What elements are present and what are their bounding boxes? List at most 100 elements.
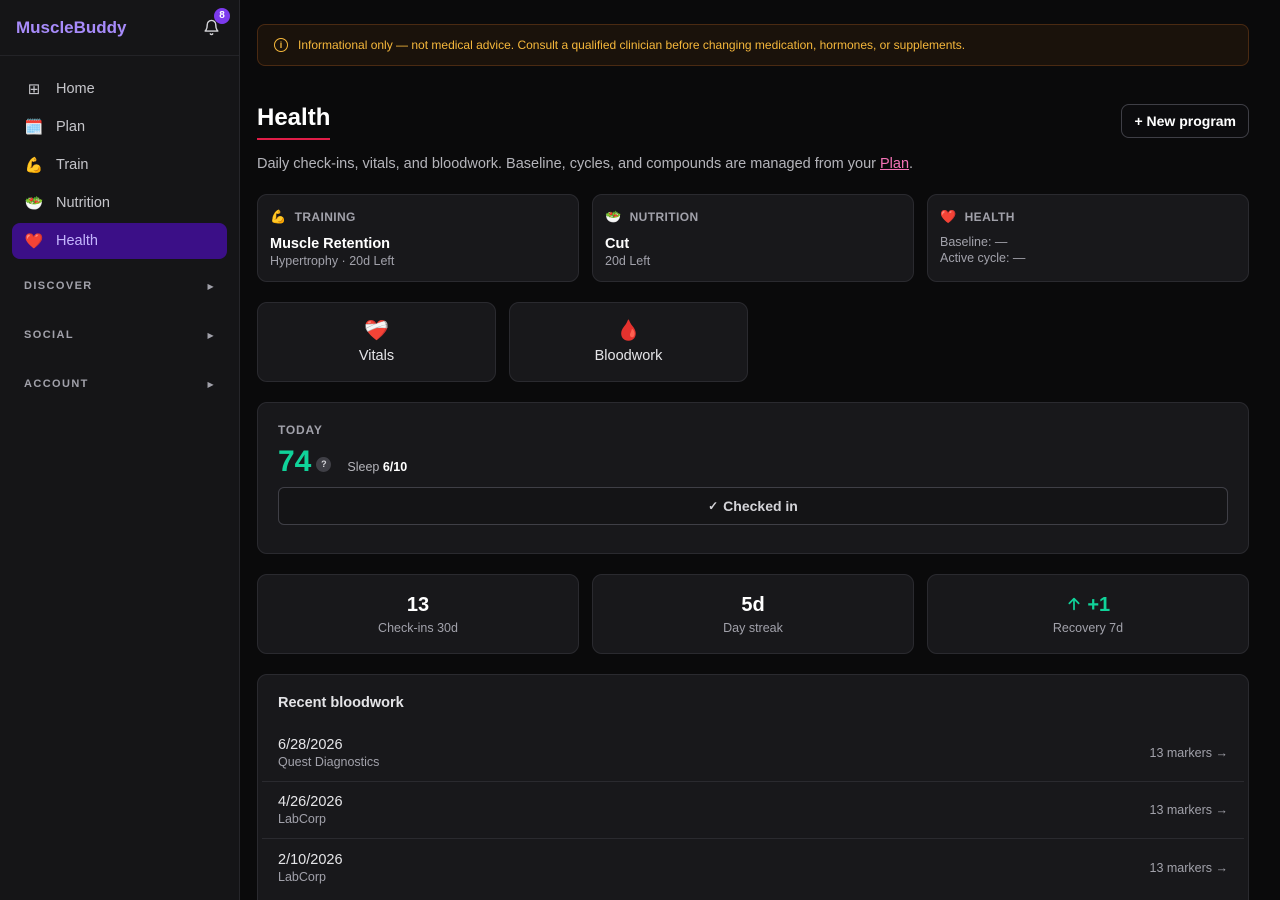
notifications-button[interactable]: 8	[199, 7, 230, 40]
plan-link[interactable]: Plan	[880, 156, 909, 172]
notification-count-badge: 8	[214, 7, 230, 24]
brand-logo[interactable]: MuscleBuddy	[16, 18, 127, 38]
stats-row: 13 Check-ins 30d 5d Day streak +1 Recove…	[257, 574, 1249, 654]
bloodwork-date: 4/26/2026	[278, 794, 343, 810]
program-cards: 💪 TRAINING Muscle Retention Hypertrophy …	[257, 194, 1249, 282]
streak-stat: 5d Day streak	[592, 574, 914, 654]
subtitle-text: Daily check-ins, vitals, and bloodwork. …	[257, 156, 880, 172]
quick-label: Vitals	[358, 348, 395, 364]
quick-label: Bloodwork	[594, 348, 663, 364]
section-title: Recent bloodwork	[278, 695, 404, 711]
baseline-text: Baseline: —	[940, 235, 1008, 249]
flexed-arm-icon: 💪	[24, 157, 44, 174]
today-label: TODAY	[278, 423, 323, 437]
page-title: Health	[257, 104, 331, 140]
sidebar: MuscleBuddy 8 ⊞ Home 🗓️ Plan 💪 Train 🥗 N…	[0, 0, 240, 900]
sidebar-item-label: Train	[56, 157, 89, 173]
medical-disclaimer-banner: i Informational only — not medical advic…	[257, 24, 1249, 66]
stat-label: Recovery 7d	[1052, 620, 1124, 635]
program-meta: Hypertrophy · 20d Left	[270, 254, 395, 268]
title-row: Health + New program	[257, 104, 1249, 152]
training-program-card[interactable]: 💪 TRAINING Muscle Retention Hypertrophy …	[257, 194, 579, 282]
program-name: Cut	[605, 236, 630, 252]
sidebar-section-discover[interactable]: DISCOVER ▶	[12, 276, 227, 296]
sidebar-item-label: Plan	[56, 119, 86, 135]
new-program-button[interactable]: + New program	[1121, 104, 1249, 138]
health-program-card[interactable]: ❤️ HEALTH Baseline: — Active cycle: —	[927, 194, 1249, 282]
sidebar-section-social[interactable]: SOCIAL ▶	[12, 325, 227, 345]
today-card: TODAY 74 ? Sleep 6/10 ✓ Checked in	[257, 402, 1249, 554]
heart-icon: ❤️	[940, 209, 957, 224]
bloodwork-row[interactable]: 2/10/2026 LabCorp 13 markers →	[262, 839, 1244, 896]
nutrition-program-card[interactable]: 🥗 NUTRITION Cut 20d Left	[592, 194, 914, 282]
salad-icon: 🥗	[605, 209, 622, 224]
stat-label: Day streak	[723, 620, 783, 635]
bloodwork-row[interactable]: 6/28/2026 Quest Diagnostics 13 markers →	[262, 725, 1244, 782]
bloodwork-lab: LabCorp	[278, 812, 326, 826]
sidebar-item-plan[interactable]: 🗓️ Plan	[12, 109, 227, 145]
markers-link[interactable]: 13 markers →	[1150, 803, 1229, 817]
card-header: 🥗 NUTRITION	[605, 209, 901, 225]
card-header: ❤️ HEALTH	[940, 209, 1236, 225]
bloodwork-date: 6/28/2026	[278, 737, 343, 753]
recovery-delta: +1	[1087, 593, 1111, 616]
bandaged-heart-icon: ❤️‍🩹	[364, 320, 389, 342]
sleep-value: 6/10	[382, 460, 408, 474]
subtitle-period: .	[909, 156, 914, 172]
section-label: ACCOUNT	[24, 378, 89, 390]
disclaimer-text: Informational only — not medical advice.…	[298, 38, 966, 52]
page-subtitle: Daily check-ins, vitals, and bloodwork. …	[257, 156, 1249, 172]
stat-label: Check-ins 30d	[378, 620, 458, 635]
sidebar-item-label: Health	[56, 233, 98, 249]
bloodwork-lab: Quest Diagnostics	[278, 755, 380, 769]
bloodwork-row[interactable]: 4/26/2026 LabCorp 13 markers →	[262, 782, 1244, 839]
bloodwork-info: 4/26/2026 LabCorp	[278, 794, 343, 826]
active-cycle-text: Active cycle: —	[940, 251, 1026, 265]
help-icon[interactable]: ?	[316, 456, 332, 472]
button-label: Checked in	[723, 498, 798, 514]
sidebar-header: MuscleBuddy 8	[0, 0, 239, 56]
bloodwork-lab: LabCorp	[278, 869, 326, 884]
sidebar-section-account[interactable]: ACCOUNT ▶	[12, 374, 227, 394]
salad-icon: 🥗	[24, 195, 44, 212]
bloodwork-list: 6/28/2026 Quest Diagnostics 13 markers →…	[262, 725, 1244, 896]
readiness-score: 74	[278, 445, 312, 478]
card-label: HEALTH	[964, 210, 1015, 224]
vitals-button[interactable]: ❤️‍🩹 Vitals	[257, 302, 496, 382]
sidebar-item-home[interactable]: ⊞ Home	[12, 71, 227, 107]
sidebar-item-nutrition[interactable]: 🥗 Nutrition	[12, 185, 227, 221]
sleep-score: Sleep 6/10	[347, 460, 407, 474]
markers-link[interactable]: 13 markers →	[1150, 746, 1229, 760]
card-label: NUTRITION	[629, 210, 699, 224]
section-label: SOCIAL	[24, 329, 74, 341]
info-icon: i	[274, 38, 288, 52]
sidebar-item-label: Nutrition	[56, 195, 110, 211]
checked-in-button[interactable]: ✓ Checked in	[278, 487, 1228, 525]
stat-value: 13	[406, 593, 430, 616]
sidebar-item-train[interactable]: 💪 Train	[12, 147, 227, 183]
sidebar-item-label: Home	[56, 81, 95, 97]
program-meta: 20d Left	[605, 254, 651, 268]
recent-bloodwork-card: Recent bloodwork 6/28/2026 Quest Diagnos…	[257, 674, 1249, 900]
blood-drop-icon: 🩸	[616, 320, 641, 342]
home-grid-icon: ⊞	[27, 81, 41, 98]
health-details: Baseline: — Active cycle: —	[940, 234, 1236, 266]
caret-right-icon: ▶	[207, 281, 215, 291]
stat-value: +1	[1066, 594, 1110, 617]
calendar-icon: 🗓️	[24, 119, 44, 136]
stat-value: 5d	[741, 593, 765, 616]
sidebar-nav: ⊞ Home 🗓️ Plan 💪 Train 🥗 Nutrition ❤️ He…	[0, 56, 239, 394]
checkmark-icon: ✓	[708, 499, 719, 513]
sleep-label: Sleep	[347, 460, 380, 474]
flexed-arm-icon: 💪	[270, 209, 287, 224]
score-row: 74 ? Sleep 6/10	[278, 445, 1228, 479]
sidebar-item-health[interactable]: ❤️ Health	[12, 223, 227, 259]
bloodwork-date: 2/10/2026	[278, 851, 343, 868]
markers-link[interactable]: 13 markers →	[1150, 861, 1229, 875]
program-name: Muscle Retention	[270, 236, 391, 252]
heart-icon: ❤️	[24, 233, 44, 250]
bloodwork-button[interactable]: 🩸 Bloodwork	[509, 302, 748, 382]
quick-links: ❤️‍🩹 Vitals 🩸 Bloodwork	[257, 302, 1249, 382]
bloodwork-info: 6/28/2026 Quest Diagnostics	[278, 737, 379, 769]
section-label: DISCOVER	[24, 280, 93, 292]
